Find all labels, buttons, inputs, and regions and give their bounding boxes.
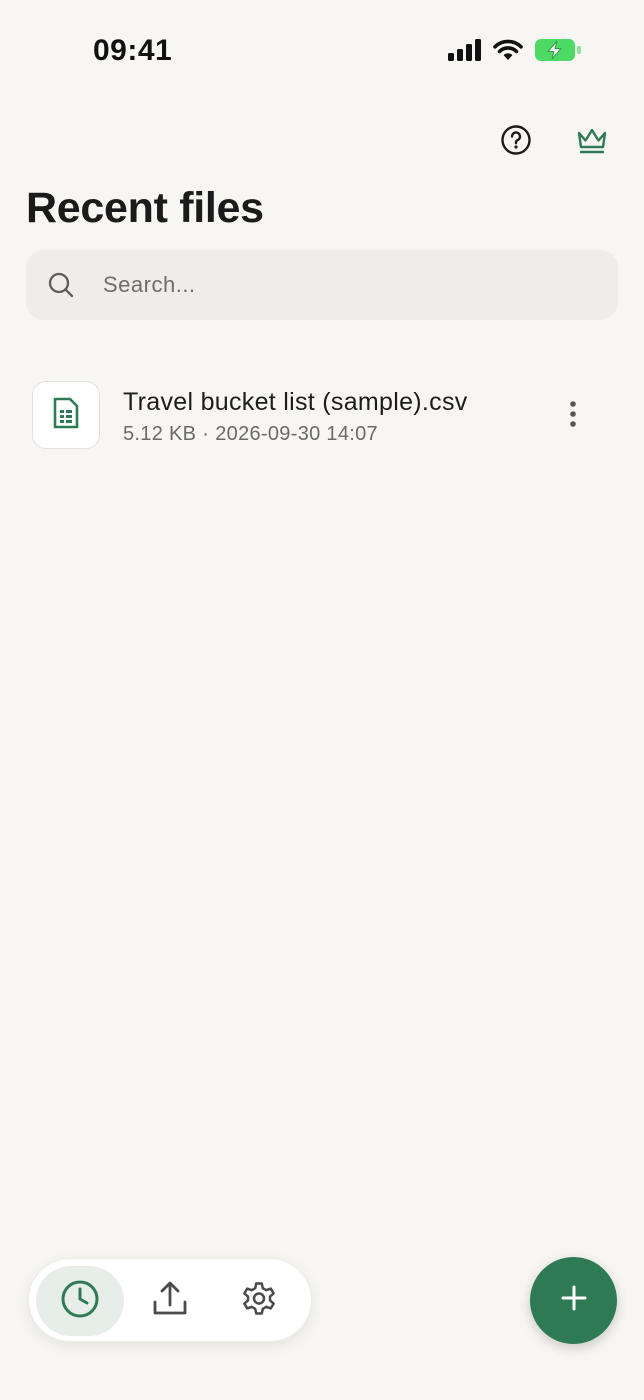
premium-button[interactable] [572, 122, 612, 162]
bottom-navigation [28, 1258, 312, 1342]
file-meta: 5.12 KB · 2026-09-30 14:07 [123, 423, 378, 446]
nav-upload[interactable] [126, 1266, 214, 1336]
add-file-button[interactable] [530, 1257, 617, 1344]
recent-files-screen: 09:41 Recent files Search... Travel buck… [0, 0, 644, 1400]
meta-separator: · [202, 423, 210, 445]
wifi-icon [492, 38, 524, 67]
file-name: Travel bucket list (sample).csv [123, 388, 468, 416]
file-size: 5.12 KB [123, 423, 197, 445]
plus-icon [559, 1283, 589, 1318]
page-title: Recent files [26, 184, 264, 232]
search-icon [47, 271, 75, 299]
status-icons [448, 38, 582, 67]
upload-icon [151, 1280, 189, 1323]
cellular-signal-icon [448, 39, 482, 66]
nav-settings[interactable] [215, 1266, 303, 1336]
search-bar[interactable] [26, 250, 618, 320]
spreadsheet-file-icon [51, 396, 81, 435]
crown-icon [575, 125, 609, 160]
file-more-button[interactable] [560, 396, 586, 436]
gear-icon [240, 1280, 278, 1323]
status-time: 09:41 [93, 34, 173, 67]
more-vertical-icon [569, 400, 577, 433]
help-button[interactable] [496, 122, 536, 162]
file-thumbnail [32, 381, 100, 449]
question-circle-icon [500, 124, 532, 161]
file-modified-date: 2026-09-30 14:07 [215, 423, 378, 445]
search-input[interactable] [103, 250, 603, 320]
battery-charging-icon [534, 38, 582, 67]
file-list-item[interactable]: Travel bucket list (sample).csv 5.12 KB ·… [32, 380, 600, 452]
clock-icon [60, 1279, 100, 1324]
nav-recent[interactable] [36, 1266, 124, 1336]
